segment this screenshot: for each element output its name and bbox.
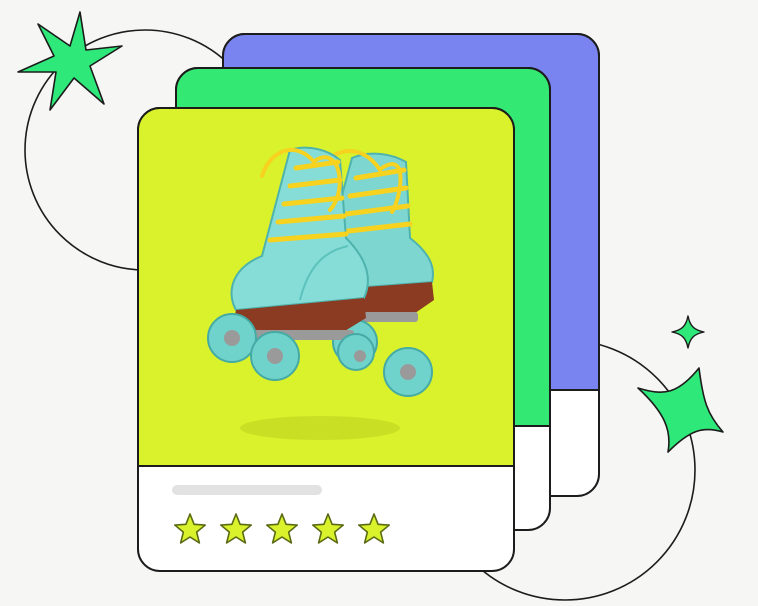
sparkle-icon bbox=[17, 11, 123, 111]
sparkle-icon bbox=[671, 315, 705, 349]
sparkle-icon bbox=[637, 367, 724, 453]
product-card-illustration bbox=[0, 0, 758, 606]
illustration-canvas bbox=[17, 11, 724, 601]
product-title-placeholder bbox=[172, 485, 322, 495]
